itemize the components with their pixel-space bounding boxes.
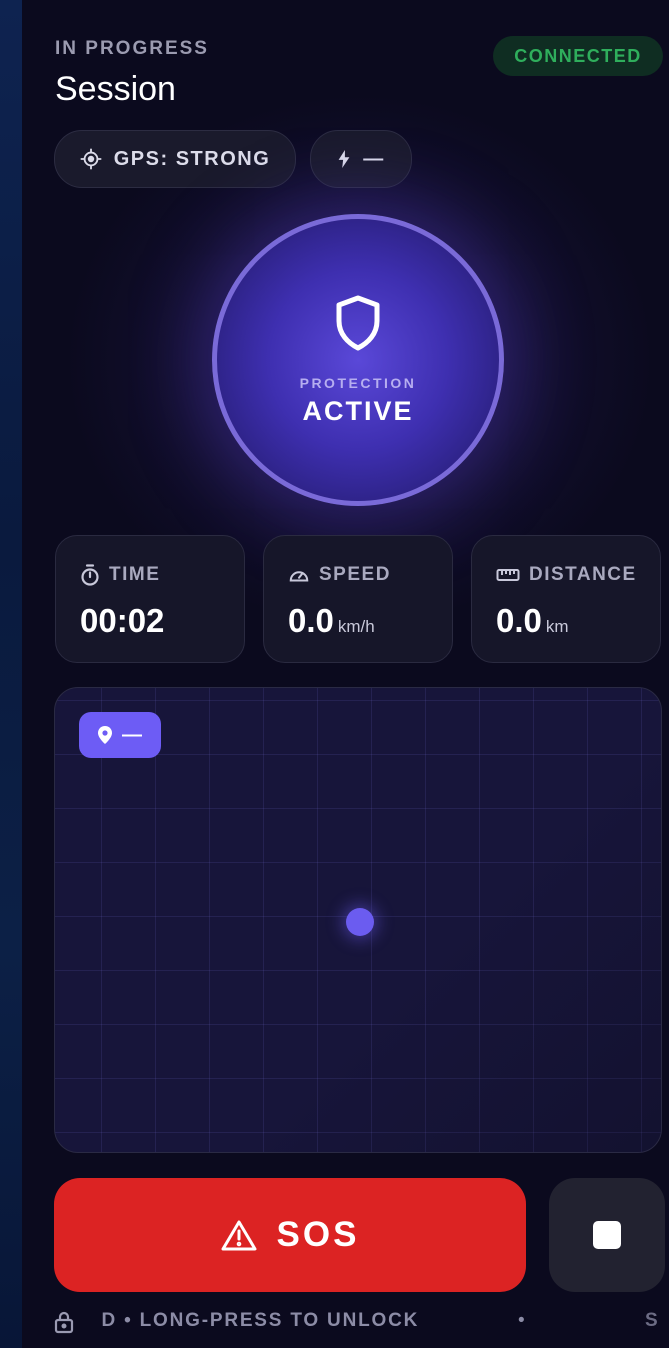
shield-icon bbox=[333, 294, 383, 357]
warning-icon bbox=[221, 1219, 257, 1251]
crosshair-icon bbox=[80, 148, 102, 170]
map-location-label: — bbox=[122, 723, 142, 746]
ruler-icon bbox=[496, 568, 520, 582]
stop-icon bbox=[593, 1221, 621, 1249]
protection-indicator bbox=[212, 214, 504, 506]
speed-stat-unit: km/h bbox=[337, 617, 375, 636]
lock-icon bbox=[54, 1310, 74, 1338]
lock-banner-text: LOCKED • LONG-PRESS TO UNLOCK bbox=[100, 1310, 420, 1331]
lock-banner-separator: • bbox=[518, 1310, 525, 1331]
distance-stat-card: DISTANCE 0.0 km bbox=[471, 535, 661, 663]
gps-status-label: GPS: STRONG bbox=[113, 147, 271, 170]
protection-label: PROTECTION bbox=[299, 375, 417, 391]
connection-status-badge: CONNECTED bbox=[493, 36, 663, 76]
map-location-chip[interactable]: — bbox=[79, 712, 161, 758]
distance-stat-label: DISTANCE bbox=[529, 564, 637, 585]
speedometer-icon bbox=[288, 565, 310, 585]
time-stat-label: TIME bbox=[109, 564, 161, 585]
lock-banner[interactable]: LOCKED • LONG-PRESS TO UNLOCK • S bbox=[54, 1308, 664, 1338]
map-view[interactable]: — bbox=[54, 687, 662, 1153]
distance-stat-unit: km bbox=[545, 617, 569, 636]
power-status-pill[interactable]: — bbox=[310, 130, 412, 188]
sos-label: SOS bbox=[276, 1215, 360, 1254]
session-status-label: IN PROGRESS bbox=[55, 38, 209, 59]
stopwatch-icon bbox=[80, 564, 100, 586]
speed-stat-card: SPEED 0.0 km/h bbox=[263, 535, 453, 663]
time-stat-value: 00:02 bbox=[80, 602, 165, 639]
bolt-icon bbox=[337, 150, 351, 168]
speed-stat-label: SPEED bbox=[319, 564, 391, 585]
power-status-label: — bbox=[363, 147, 385, 170]
current-location-marker bbox=[346, 908, 374, 936]
page-title: Session bbox=[55, 70, 176, 108]
session-screen: IN PROGRESS Session CONNECTED GPS: STRON… bbox=[22, 0, 669, 1348]
gps-status-pill[interactable]: GPS: STRONG bbox=[54, 130, 296, 188]
speed-stat-value: 0.0 bbox=[288, 602, 334, 639]
time-stat-card: TIME 00:02 bbox=[55, 535, 245, 663]
distance-stat-value: 0.0 bbox=[496, 602, 542, 639]
map-pin-icon bbox=[98, 726, 112, 744]
sos-button[interactable]: SOS bbox=[54, 1178, 526, 1292]
stop-button[interactable] bbox=[549, 1178, 665, 1292]
lock-banner-text-repeat: S bbox=[645, 1310, 660, 1331]
protection-status: ACTIVE bbox=[302, 396, 414, 426]
background-edge bbox=[0, 0, 22, 1348]
